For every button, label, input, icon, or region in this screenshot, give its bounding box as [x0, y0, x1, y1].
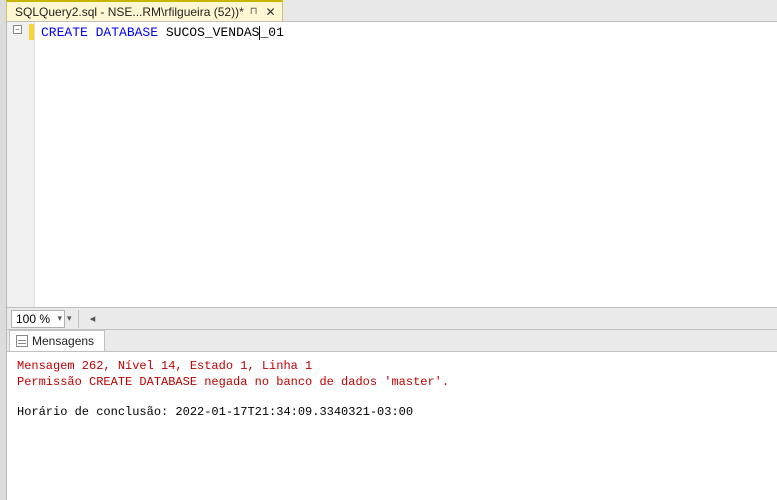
chevron-down-icon[interactable]: ▾ — [67, 313, 72, 324]
close-icon[interactable]: ✕ — [266, 6, 276, 18]
collapse-toggle-icon[interactable]: − — [13, 25, 22, 34]
sql-editor[interactable]: − CREATE DATABASE SUCOS_VENDAS_01 — [7, 22, 777, 308]
editor-gutter: − — [7, 22, 35, 307]
error-message-line: Mensagem 262, Nível 14, Estado 1, Linha … — [17, 358, 767, 374]
code-area[interactable]: CREATE DATABASE SUCOS_VENDAS_01 — [35, 22, 777, 307]
zoom-combo[interactable]: 100 % ▾ — [11, 310, 65, 328]
messages-pane[interactable]: Mensagem 262, Nível 14, Estado 1, Linha … — [7, 352, 777, 500]
identifier: _01 — [260, 25, 283, 40]
chevron-down-icon: ▾ — [57, 313, 62, 324]
messages-icon — [16, 335, 28, 347]
results-tabbar: Mensagens — [7, 330, 777, 352]
document-tab-title: SQLQuery2.sql - NSE...RM\rfilgueira (52)… — [15, 5, 244, 19]
editor-status-bar: 100 % ▾ ▾ ◂ — [7, 308, 777, 330]
identifier: SUCOS_VENDAS — [166, 25, 260, 40]
zoom-value: 100 % — [16, 312, 50, 326]
completion-time: Horário de conclusão: 2022-01-17T21:34:0… — [17, 404, 767, 420]
keyword: DATABASE — [96, 25, 158, 40]
error-message-line: Permissão CREATE DATABASE negada no banc… — [17, 374, 767, 390]
keyword: CREATE — [41, 25, 88, 40]
messages-tab[interactable]: Mensagens — [9, 330, 105, 351]
tool-icon[interactable]: ◂ — [85, 311, 101, 327]
pin-icon[interactable]: ⊓ — [250, 6, 258, 17]
change-indicator — [29, 24, 34, 40]
separator — [78, 310, 79, 328]
document-tab[interactable]: SQLQuery2.sql - NSE...RM\rfilgueira (52)… — [6, 0, 283, 21]
document-tabbar: SQLQuery2.sql - NSE...RM\rfilgueira (52)… — [7, 0, 777, 22]
messages-tab-label: Mensagens — [32, 334, 94, 348]
editor-wrap: − CREATE DATABASE SUCOS_VENDAS_01 100 % … — [7, 22, 777, 500]
